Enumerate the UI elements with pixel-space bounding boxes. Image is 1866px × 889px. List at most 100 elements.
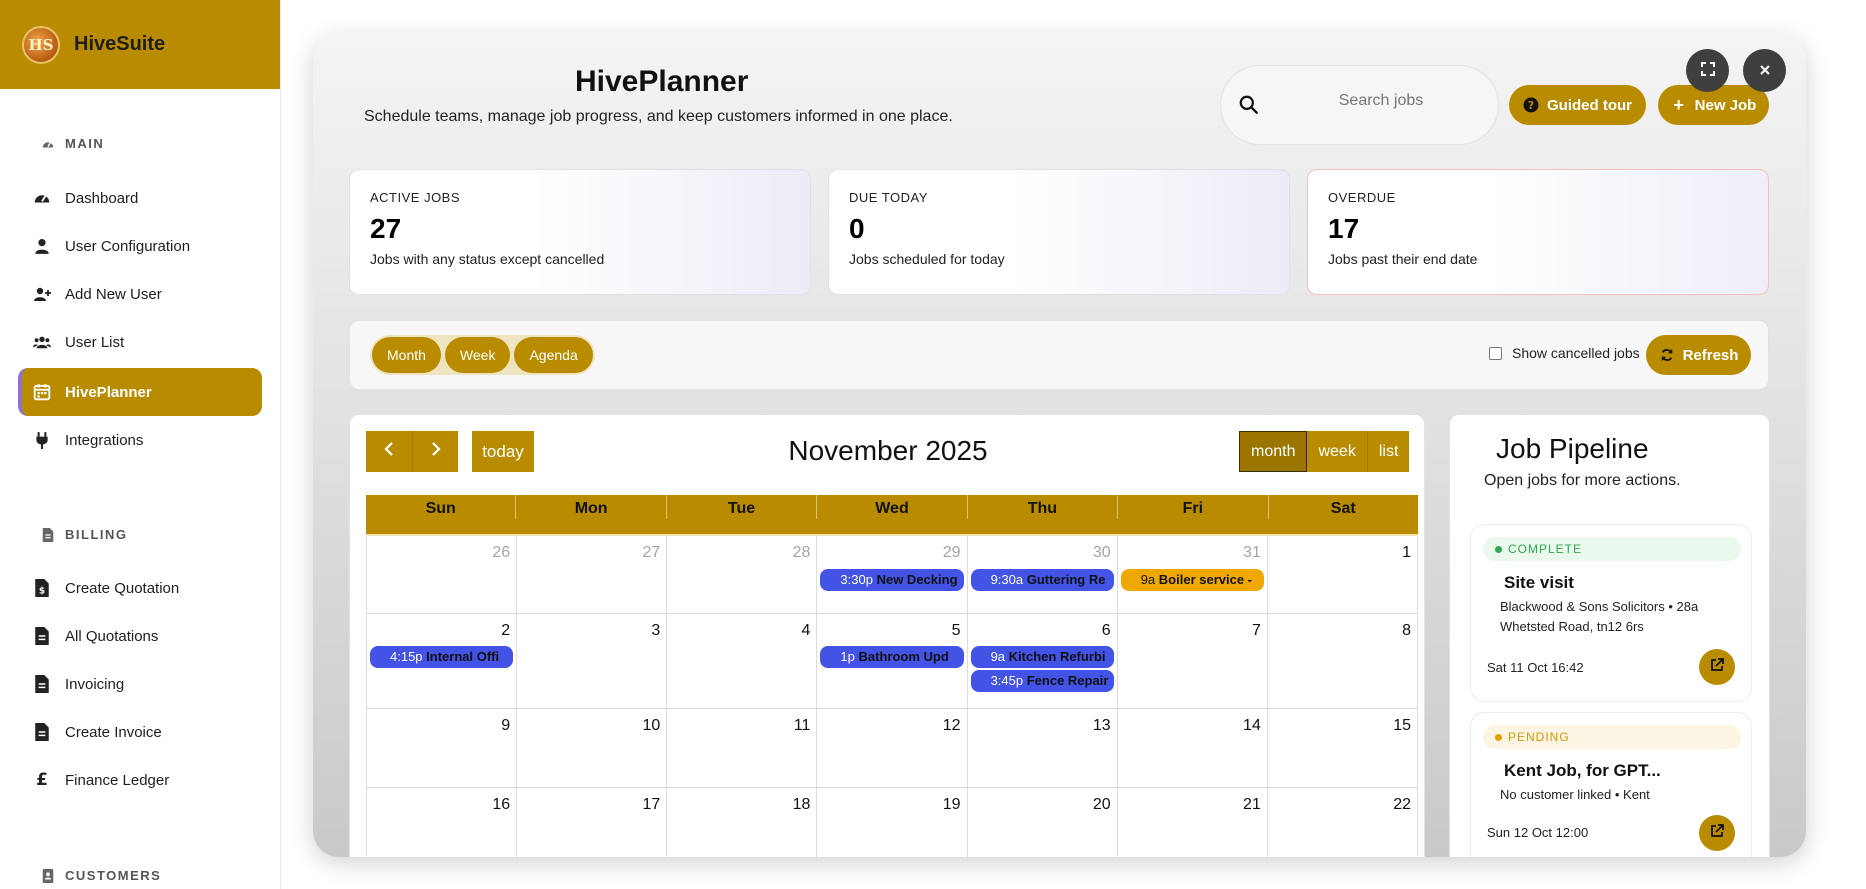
sidebar-item-user-configuration[interactable]: User Configuration — [18, 222, 262, 270]
section-customers: CUSTOMERS — [0, 868, 161, 883]
dow-fri: Fri — [1118, 495, 1269, 519]
calendar-day[interactable]: 9 — [366, 709, 518, 787]
day-number: 22 — [1393, 796, 1411, 813]
card-date: Sat 11 Oct 16:42 — [1487, 660, 1584, 675]
calendar-day[interactable]: 13 — [968, 709, 1118, 787]
sidebar-item-finance-ledger[interactable]: £ Finance Ledger — [18, 756, 262, 804]
calendar-day[interactable]: 15 — [1268, 709, 1418, 787]
sidebar-item-label: User List — [65, 333, 125, 351]
fullscreen-button[interactable] — [1686, 49, 1729, 92]
card-title: Kent Job, for GPT... — [1504, 761, 1661, 780]
dow-sat: Sat — [1330, 500, 1356, 517]
calendar-event[interactable]: 3:30p New Decking — [820, 569, 964, 591]
close-button[interactable] — [1743, 49, 1786, 92]
calendar-day[interactable]: 5 1p Bathroom Upd — [817, 614, 968, 708]
view-week-button[interactable]: Week — [444, 337, 511, 373]
calendar-event[interactable]: 4:15p Internal Offi — [370, 646, 514, 668]
search-box[interactable] — [1220, 65, 1499, 145]
guided-tour-button[interactable]: ? Guided tour — [1509, 85, 1646, 125]
sidebar-item-all-quotations[interactable]: All Quotations — [18, 612, 262, 660]
prev-month-button[interactable] — [366, 431, 412, 472]
sidebar-item-user-list[interactable]: User List — [18, 318, 262, 366]
refresh-button[interactable]: Refresh — [1646, 335, 1751, 375]
pipeline-subtitle: Open jobs for more actions. — [1484, 472, 1681, 489]
calendar-day[interactable]: 12 — [817, 709, 968, 787]
calendar-event[interactable]: 9a Boiler service - — [1120, 569, 1264, 591]
sidebar-item-label: Add New User — [65, 285, 162, 303]
calendar-day[interactable]: 3 — [517, 614, 668, 708]
search-input[interactable] — [1281, 86, 1481, 116]
pipeline-card[interactable]: COMPLETE Site visit Blackwood & Sons Sol… — [1470, 524, 1752, 702]
calendar-day[interactable]: 17 — [517, 788, 668, 857]
status-dot — [1495, 545, 1502, 553]
calendar-day[interactable]: 2 4:15p Internal Offi — [366, 614, 518, 708]
sidebar-item-label: Finance Ledger — [65, 771, 170, 789]
calendar-week-row: 9 10 11 12 13 14 15 — [366, 709, 1418, 788]
sidebar-item-create-quotation[interactable]: $ Create Quotation — [18, 564, 262, 612]
calendar-day[interactable]: 21 — [1118, 788, 1268, 857]
calendar-view-week[interactable]: week — [1307, 431, 1368, 472]
calendar-day[interactable]: 26 — [366, 536, 518, 613]
card-title: Site visit — [1504, 573, 1574, 592]
calendar-day[interactable]: 6 9a Kitchen Refurbi 3:45p Fence Repair — [968, 614, 1118, 708]
svg-text:?: ? — [1528, 99, 1534, 112]
calendar-day[interactable]: 4 — [667, 614, 818, 708]
event-title: Boiler service - — [1158, 572, 1253, 587]
sidebar-item-label: Invoicing — [65, 675, 125, 693]
sidebar-item-add-new-user[interactable]: Add New User — [18, 270, 262, 318]
show-cancelled-checkbox[interactable] — [1489, 346, 1502, 360]
gauge-icon — [41, 137, 55, 151]
day-number: 15 — [1393, 717, 1411, 734]
sidebar-item-dashboard[interactable]: Dashboard — [18, 174, 262, 222]
job-pipeline: Job Pipeline Open jobs for more actions.… — [1449, 414, 1770, 857]
today-button[interactable]: today — [472, 431, 534, 472]
sidebar-item-hiveplanner[interactable]: HivePlanner — [18, 368, 262, 416]
calendar-event[interactable]: 9:30a Guttering Re — [970, 569, 1114, 591]
day-number: 18 — [792, 796, 811, 813]
user-plus-icon — [33, 285, 51, 303]
section-main: MAIN — [0, 136, 104, 151]
calendar-view-month[interactable]: month — [1239, 431, 1308, 472]
guided-tour-label: Guided tour — [1547, 96, 1632, 114]
calendar-day[interactable]: 20 — [968, 788, 1118, 857]
calendar-day[interactable]: 11 — [667, 709, 818, 787]
brand-header[interactable]: HS HiveSuite — [0, 0, 280, 89]
calendar-day[interactable]: 18 — [667, 788, 818, 857]
calendar-day[interactable]: 8 — [1268, 614, 1418, 708]
view-month-button[interactable]: Month — [372, 337, 441, 373]
calendar-event[interactable]: 9a Kitchen Refurbi — [970, 646, 1114, 668]
calendar-day[interactable]: 28 — [667, 536, 818, 613]
open-job-button[interactable] — [1699, 815, 1735, 851]
stat-description: Jobs past their end date — [1328, 251, 1478, 267]
sidebar-item-invoicing[interactable]: Invoicing — [18, 660, 262, 708]
calendar-day[interactable]: 27 — [517, 536, 668, 613]
calendar-icon — [33, 383, 51, 401]
calendar-day[interactable]: 10 — [517, 709, 668, 787]
view-switcher: Month Week Agenda — [370, 335, 595, 375]
sidebar-item-create-invoice[interactable]: Create Invoice — [18, 708, 262, 756]
calendar-view-list[interactable]: list — [1367, 431, 1410, 472]
sidebar-item-integrations[interactable]: Integrations — [18, 416, 262, 464]
calendar-day[interactable]: 22 — [1268, 788, 1418, 857]
calendar-day[interactable]: 7 — [1118, 614, 1268, 708]
next-month-button[interactable] — [412, 431, 458, 472]
calendar-event[interactable]: 1p Bathroom Upd — [820, 646, 964, 668]
calendar-day[interactable]: 14 — [1118, 709, 1268, 787]
calendar-week-row: 16 17 18 19 20 21 22 — [366, 788, 1418, 857]
show-cancelled-toggle[interactable]: Show cancelled jobs — [1489, 345, 1640, 361]
stat-description: Jobs scheduled for today — [849, 251, 1005, 267]
calendar-week-row: 26 27 28 29 3:30p New Decking 30 9:30a G… — [366, 536, 1418, 614]
dow-mon: Mon — [516, 495, 667, 519]
calendar-day[interactable]: 30 9:30a Guttering Re — [968, 536, 1118, 613]
calendar-event[interactable]: 3:45p Fence Repair — [970, 670, 1114, 692]
view-agenda-button[interactable]: Agenda — [514, 337, 593, 373]
calendar-day[interactable]: 16 — [366, 788, 518, 857]
calendar-day[interactable]: 31 9a Boiler service - — [1118, 536, 1268, 613]
calendar-day[interactable]: 1 — [1268, 536, 1418, 613]
calendar-day[interactable]: 29 3:30p New Decking — [817, 536, 968, 613]
calendar-day[interactable]: 19 — [817, 788, 968, 857]
pipeline-card[interactable]: PENDING Kent Job, for GPT... No customer… — [1470, 712, 1752, 857]
day-number: 7 — [1251, 622, 1261, 639]
status-badge: PENDING — [1483, 725, 1741, 749]
open-job-button[interactable] — [1699, 649, 1735, 685]
